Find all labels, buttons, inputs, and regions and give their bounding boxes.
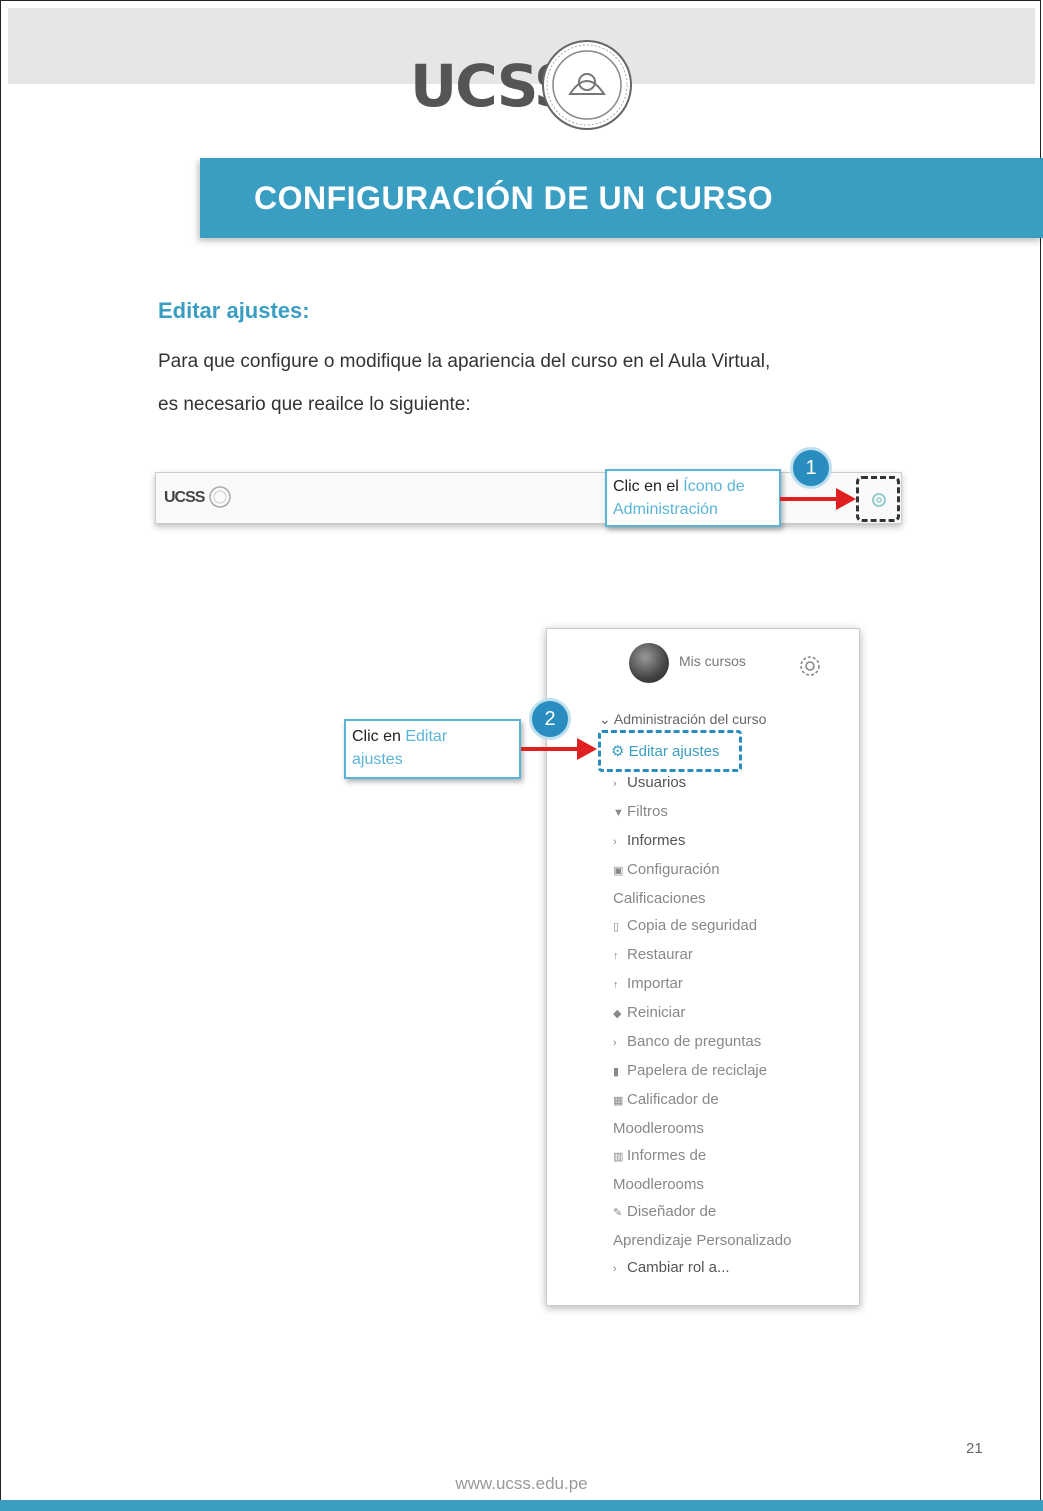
upload-icon: ↑ bbox=[613, 950, 619, 962]
step-badge-2: 2 bbox=[529, 698, 571, 740]
menu-item-designer-cont[interactable]: Aprendizaje Personalizado bbox=[613, 1227, 853, 1254]
edit-settings-label: Editar ajustes bbox=[628, 743, 720, 760]
page-number: 21 bbox=[966, 1440, 983, 1457]
avatar bbox=[629, 643, 669, 683]
admin-gear-button[interactable] bbox=[856, 476, 900, 522]
callout-step-2: Clic en Editar ajustes bbox=[344, 719, 521, 779]
menu-item-question-bank[interactable]: › Banco de preguntas bbox=[613, 1028, 853, 1057]
chevron-right-icon: › bbox=[613, 1263, 617, 1275]
menu-item-backup[interactable]: ▯ Copia de seguridad bbox=[613, 912, 853, 941]
menu-item-mr-reports[interactable]: ▥ Informes de bbox=[613, 1142, 853, 1171]
menu-item-restore[interactable]: ↑ Restaurar bbox=[613, 941, 853, 970]
callout-1-prefix: Clic en el bbox=[613, 478, 679, 495]
menu-item-switch-role[interactable]: › Cambiar rol a... bbox=[613, 1254, 853, 1283]
navbar-seal-icon bbox=[209, 486, 231, 508]
grid-icon: ▦ bbox=[613, 1095, 624, 1107]
chevron-right-icon: › bbox=[613, 1037, 617, 1049]
menu-item-grader[interactable]: ▦ Calificador de bbox=[613, 1086, 853, 1115]
intro-paragraph: Para que configure o modifique la aparie… bbox=[158, 340, 938, 426]
admin-section-header: ⌄ Administración del curso bbox=[599, 711, 767, 727]
menu-item-designer[interactable]: ✎ Diseñador de bbox=[613, 1198, 853, 1227]
callout-1-link-a: Ícono de bbox=[683, 478, 745, 495]
table-icon: ▣ bbox=[613, 865, 624, 877]
menu-item-mr-reports-cont[interactable]: Moodlerooms bbox=[613, 1171, 853, 1198]
admin-menu-list: › Usuarios ▼ Filtros › Informes ▣ Configurac… bbox=[613, 769, 853, 1283]
step-badge-1: 1 bbox=[790, 447, 832, 489]
file-icon: ▯ bbox=[613, 921, 620, 933]
callout-1-link-b: Administración bbox=[613, 501, 718, 518]
arrow-step-1-icon bbox=[780, 488, 856, 510]
menu-item-filters[interactable]: ▼ Filtros bbox=[613, 798, 853, 827]
navbar-logo: UCSS bbox=[164, 489, 205, 506]
menu-item-grade-setup-cont[interactable]: Calificaciones bbox=[613, 885, 853, 912]
callout-step-1: Clic en el Ícono de Administración bbox=[605, 469, 781, 527]
admin-section-label: Administración del curso bbox=[613, 711, 767, 727]
menu-item-recycle-bin[interactable]: ▮ Papelera de reciclaje bbox=[613, 1057, 853, 1086]
menu-item-import[interactable]: ↑ Importar bbox=[613, 970, 853, 999]
filter-icon: ▼ bbox=[613, 807, 624, 819]
bar-chart-icon: ▥ bbox=[613, 1151, 624, 1163]
menu-item-reset[interactable]: ◆ Reiniciar bbox=[613, 999, 853, 1028]
upload-icon: ↑ bbox=[613, 979, 619, 991]
menu-item-grade-setup[interactable]: ▣ Configuración bbox=[613, 856, 853, 885]
chevron-right-icon: › bbox=[613, 836, 617, 848]
menu-item-reports[interactable]: › Informes bbox=[613, 827, 853, 856]
menu-item-grader-cont[interactable]: Moodlerooms bbox=[613, 1115, 853, 1142]
settings-icon: ⚙ bbox=[611, 743, 625, 760]
intro-line-1: Para que configure o modifique la aparie… bbox=[158, 351, 771, 372]
page-title: CONFIGURACIÓN DE UN CURSO bbox=[254, 180, 774, 216]
menu-item-users[interactable]: › Usuarios bbox=[613, 769, 853, 798]
chevron-right-icon: › bbox=[613, 778, 617, 790]
footer-url: www.ucss.edu.pe bbox=[455, 1474, 588, 1493]
intro-line-2: es necesario que reailce lo siguiente: bbox=[158, 394, 471, 415]
callout-2-prefix: Clic en bbox=[352, 728, 401, 745]
edit-settings-item[interactable]: ⚙ Editar ajustes bbox=[598, 730, 742, 772]
gear-icon bbox=[872, 493, 886, 507]
callout-2-link-a: Editar bbox=[405, 728, 448, 745]
reset-icon: ◆ bbox=[613, 1008, 622, 1020]
title-banner: CONFIGURACIÓN DE UN CURSO bbox=[200, 158, 1043, 238]
my-courses-link[interactable]: Mis cursos bbox=[679, 653, 746, 669]
section-heading: Editar ajustes: bbox=[158, 298, 310, 323]
university-seal-icon bbox=[542, 40, 632, 130]
trash-icon: ▮ bbox=[613, 1066, 620, 1078]
arrow-step-2-icon bbox=[521, 738, 597, 760]
designer-icon: ✎ bbox=[613, 1207, 623, 1219]
callout-2-link-b: ajustes bbox=[352, 751, 403, 768]
gear-icon[interactable] bbox=[797, 653, 823, 679]
footer-band bbox=[0, 1500, 1043, 1511]
